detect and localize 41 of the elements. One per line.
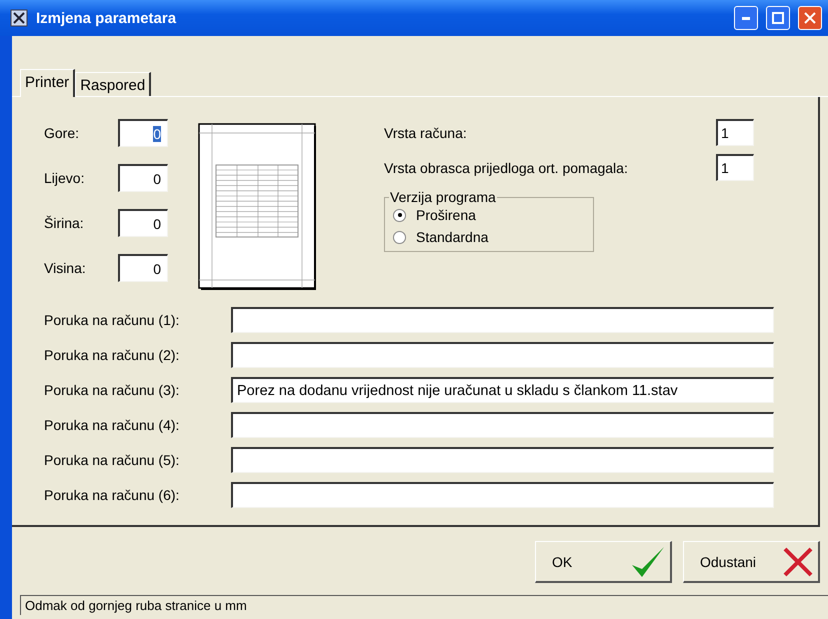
message-field[interactable] bbox=[231, 412, 774, 438]
status-bar: Odmak od gornjeg ruba stranice u mm bbox=[20, 595, 828, 615]
close-icon bbox=[804, 12, 816, 24]
minimize-icon bbox=[742, 16, 750, 20]
window-title: Izmjena parametara bbox=[36, 10, 178, 26]
message-field[interactable]: Porez na dodanu vrijednost nije uračunat u skladu s člankom 11.stav bbox=[231, 377, 774, 403]
group-title: Verzija programa bbox=[389, 189, 497, 205]
radio-option[interactable]: Proširena bbox=[393, 207, 585, 223]
close-button[interactable] bbox=[798, 6, 822, 30]
message-field[interactable] bbox=[231, 342, 774, 368]
field-label: Visina: bbox=[44, 260, 87, 276]
number-field[interactable]: 1 bbox=[716, 154, 754, 181]
field-label: Vrsta računa: bbox=[384, 124, 467, 140]
cross-icon bbox=[782, 546, 814, 578]
number-field[interactable]: 0 bbox=[118, 254, 168, 282]
field-label: Poruka na računu (1): bbox=[44, 312, 180, 328]
field-label: Lijevo: bbox=[44, 170, 86, 186]
app-icon bbox=[10, 9, 28, 27]
number-field[interactable]: 1 bbox=[716, 119, 754, 146]
number-field[interactable]: 0 bbox=[118, 119, 168, 147]
number-field[interactable]: 0 bbox=[118, 164, 168, 192]
field-label: Poruka na računu (5): bbox=[44, 452, 180, 468]
field-label: Širina: bbox=[44, 215, 85, 231]
number-field[interactable]: 0 bbox=[118, 209, 168, 237]
field-label: Gore: bbox=[44, 125, 80, 141]
message-field[interactable] bbox=[231, 447, 774, 473]
field-label: Poruka na računu (2): bbox=[44, 347, 180, 363]
tab[interactable]: Raspored bbox=[75, 72, 152, 96]
tab[interactable]: Printer bbox=[20, 69, 76, 97]
field-label: Vrsta obrasca prijedloga ort. pomagala: bbox=[384, 160, 628, 176]
message-field[interactable] bbox=[231, 307, 774, 333]
radio-option[interactable]: Standardna bbox=[393, 229, 585, 245]
field-label: Poruka na računu (4): bbox=[44, 417, 180, 433]
message-field[interactable] bbox=[231, 482, 774, 508]
cancel-button[interactable]: Odustani bbox=[683, 541, 820, 583]
field-label: Poruka na računu (6): bbox=[44, 487, 180, 503]
minimize-button[interactable] bbox=[734, 6, 758, 30]
field-label: Poruka na računu (3): bbox=[44, 382, 180, 398]
ok-button[interactable]: OK bbox=[535, 541, 672, 583]
maximize-icon bbox=[772, 12, 784, 24]
maximize-button[interactable] bbox=[766, 6, 790, 30]
